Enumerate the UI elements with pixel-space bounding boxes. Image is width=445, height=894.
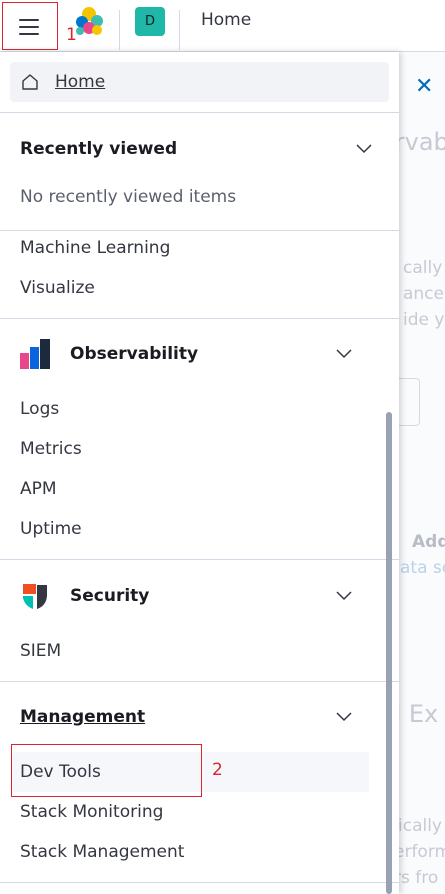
background-text: ide yo: [403, 310, 445, 330]
nav-home-link[interactable]: Home: [10, 62, 389, 102]
divider: [0, 318, 399, 319]
nav-item-machine-learning[interactable]: Machine Learning: [20, 238, 170, 258]
recently-viewed-title[interactable]: Recently viewed: [20, 139, 177, 159]
nav-item-stack-monitoring[interactable]: Stack Monitoring: [20, 802, 163, 822]
elastic-logo-icon: [76, 7, 103, 35]
management-title[interactable]: Management: [20, 707, 145, 727]
background-text: cally c: [403, 258, 445, 278]
observability-title[interactable]: Observability: [70, 344, 198, 364]
divider: [0, 112, 399, 113]
annotation-number-2: 2: [212, 760, 223, 780]
chevron-down-icon[interactable]: [336, 712, 352, 722]
chevron-down-icon[interactable]: [356, 144, 372, 154]
top-header: 1 D Home: [0, 0, 445, 52]
background-text: ance: [403, 284, 444, 304]
background-text: rs fro: [394, 868, 439, 888]
header-separator: [179, 10, 180, 50]
divider: [0, 230, 399, 231]
divider: [0, 681, 399, 682]
recently-viewed-empty: No recently viewed items: [20, 187, 237, 207]
breadcrumb: Home: [201, 10, 252, 30]
security-icon: [23, 584, 47, 609]
divider: [0, 559, 399, 560]
background-text: Add: [412, 532, 445, 552]
background-text: erform: [394, 842, 445, 862]
nav-item-logs[interactable]: Logs: [20, 399, 59, 419]
nav-item-uptime[interactable]: Uptime: [20, 519, 82, 539]
nav-item-apm[interactable]: APM: [20, 479, 57, 499]
nav-item-visualize[interactable]: Visualize: [20, 278, 95, 298]
background-text: ically: [398, 816, 442, 836]
space-avatar[interactable]: D: [135, 7, 165, 36]
header-separator: [119, 10, 120, 50]
close-icon[interactable]: ✕: [415, 74, 433, 99]
chevron-down-icon[interactable]: [336, 349, 352, 359]
nav-item-siem[interactable]: SIEM: [20, 641, 61, 661]
security-title[interactable]: Security: [70, 586, 149, 606]
background-button: [396, 378, 420, 426]
nav-item-stack-management[interactable]: Stack Management: [20, 842, 184, 862]
divider: [0, 882, 399, 883]
observability-icon: [20, 339, 50, 369]
hamburger-icon: [19, 18, 39, 35]
side-navigation: Home Recently viewed No recently viewed …: [0, 52, 399, 894]
nav-item-dev-tools[interactable]: Dev Tools: [20, 762, 101, 782]
nav-item-metrics[interactable]: Metrics: [20, 439, 82, 459]
background-text: ata set: [400, 558, 445, 578]
menu-toggle-button[interactable]: [4, 4, 54, 49]
home-label: Home: [55, 72, 106, 92]
nav-scrollbar[interactable]: [386, 412, 392, 894]
home-icon: [22, 74, 38, 90]
chevron-down-icon[interactable]: [336, 591, 352, 601]
